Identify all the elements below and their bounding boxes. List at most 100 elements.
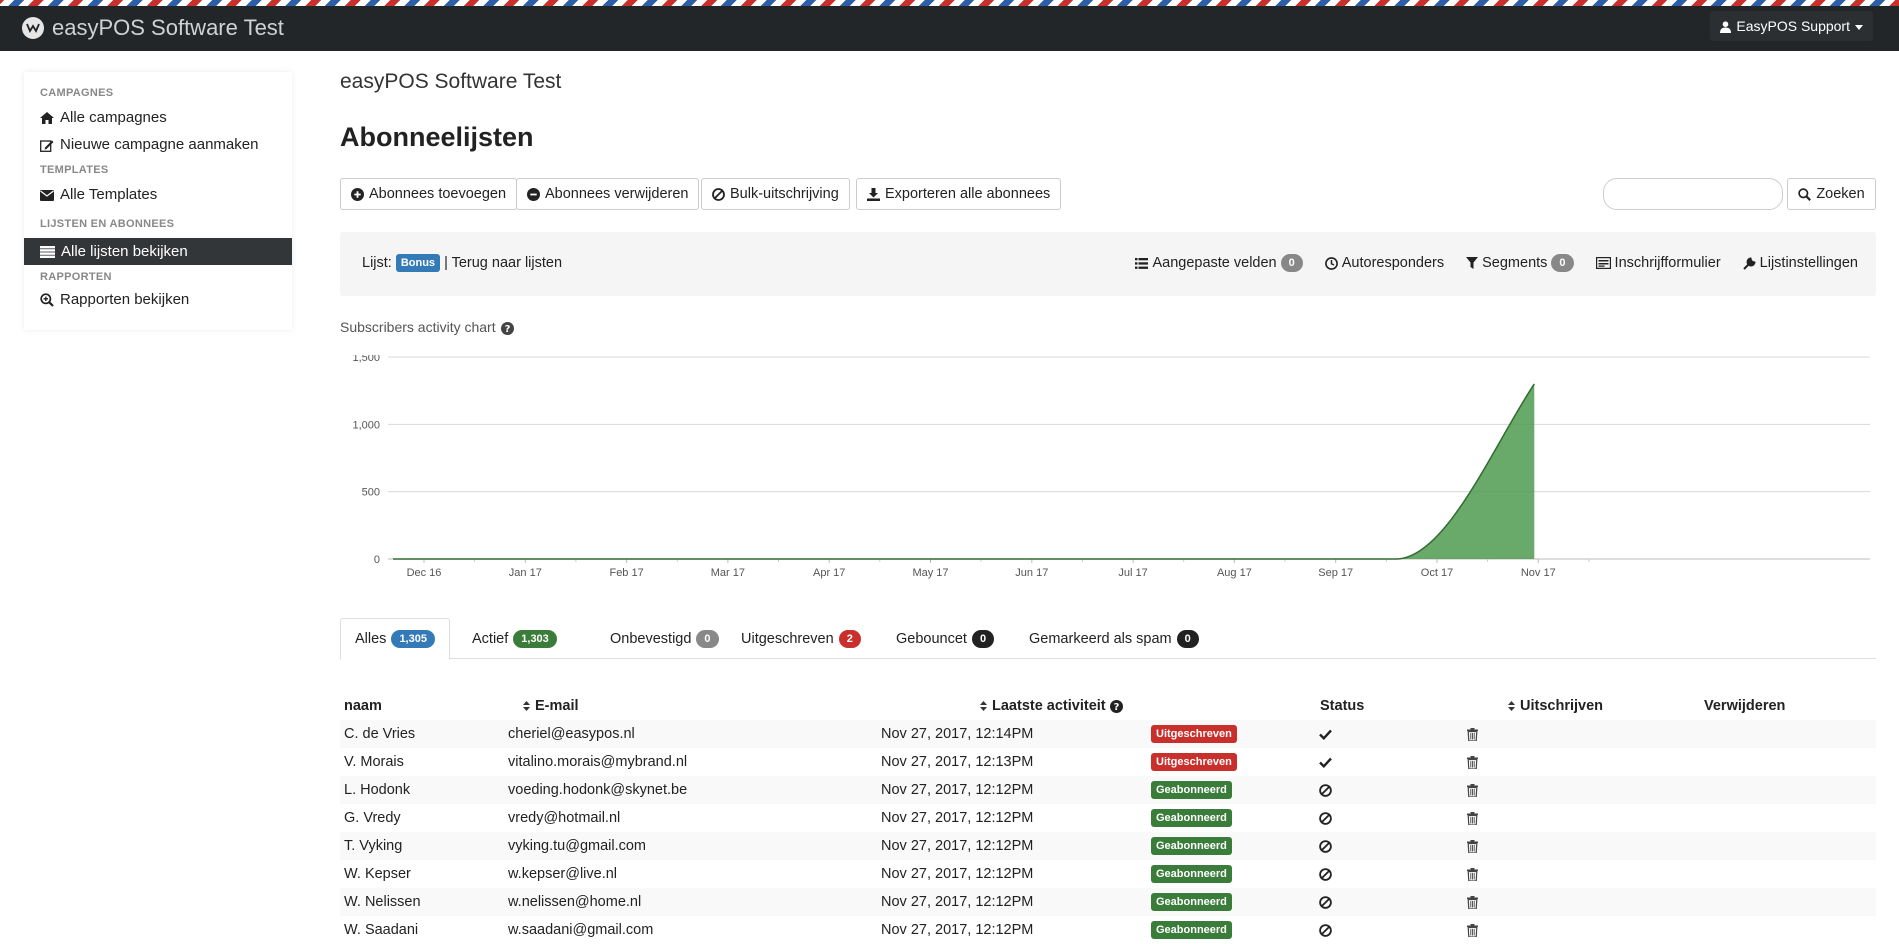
unsubscribe-toggle[interactable]: [1319, 832, 1332, 860]
delete-button[interactable]: [1467, 720, 1478, 748]
cell-email[interactable]: w.kepser@live.nl: [508, 860, 617, 888]
logo-icon: [22, 17, 44, 39]
x-tick-label: Feb 17: [609, 567, 643, 579]
x-tick-label: Mar 17: [711, 567, 745, 579]
cell-email[interactable]: vredy@hotmail.nl: [508, 804, 620, 832]
cell-status: Geabonneerd: [1151, 860, 1232, 888]
delete-button[interactable]: [1467, 776, 1478, 804]
user-menu-label: EasyPOS Support: [1736, 18, 1850, 34]
search-button[interactable]: Zoeken: [1787, 178, 1876, 210]
cell-status: Uitgeschreven: [1151, 748, 1237, 776]
unsubscribe-toggle[interactable]: [1319, 916, 1332, 944]
tab-actief[interactable]: Actief 1,303: [458, 618, 571, 659]
custom-fields-link[interactable]: Aangepaste velden 0: [1135, 254, 1303, 272]
question-circle-icon[interactable]: ?: [500, 319, 514, 335]
back-to-lists-link[interactable]: | Terug naar lijsten: [444, 255, 562, 271]
sidebar-item-rapporten[interactable]: Rapporten bekijken: [40, 291, 189, 308]
delete-button[interactable]: [1467, 832, 1478, 860]
tab-label: Alles: [355, 631, 387, 647]
column-header-label: E-mail: [535, 698, 579, 714]
segments-link[interactable]: Segments 0: [1466, 254, 1574, 272]
export-subscribers-label: Exporteren alle abonnees: [885, 186, 1051, 202]
column-header-label: Verwijderen: [1704, 698, 1786, 714]
add-subscribers-button[interactable]: Abonnees toevoegen: [340, 178, 518, 210]
sidebar-header-rapporten: RAPPORTEN: [40, 271, 112, 283]
cell-last-activity: Nov 27, 2017, 12:12PM: [881, 782, 1034, 798]
delete-button[interactable]: [1467, 888, 1478, 916]
cell-email[interactable]: vyking.tu@gmail.com: [508, 832, 646, 860]
delete-button[interactable]: [1467, 748, 1478, 776]
tab-onbevestigd[interactable]: Onbevestigd 0: [596, 618, 733, 659]
segments-count: 0: [1551, 254, 1574, 272]
tab-alles[interactable]: Alles 1,305: [340, 618, 450, 660]
check-icon: [1319, 754, 1332, 770]
search-input[interactable]: [1603, 178, 1783, 210]
x-tick-label: Nov 17: [1521, 567, 1556, 579]
sidebar-header-lijsten: LIJSTEN EN ABONNEES: [40, 218, 175, 230]
chart-title: Subscribers activity chart ?: [340, 319, 514, 335]
cell-status: Geabonneerd: [1151, 776, 1232, 804]
cell-email[interactable]: w.nelissen@home.nl: [508, 888, 641, 916]
table-row: W. Saadani w.saadani@gmail.com Nov 27, 201…: [340, 916, 1876, 944]
edit-icon: [40, 136, 54, 153]
list-settings-link[interactable]: Lijstinstellingen: [1742, 255, 1858, 271]
cell-name: V. Morais: [344, 754, 404, 770]
segments-label: Segments: [1482, 255, 1548, 271]
column-header-status[interactable]: Status: [1320, 692, 1364, 720]
sidebar-item-nieuwe-campagne[interactable]: Nieuwe campagne aanmaken: [40, 136, 258, 153]
column-header-label: Uitschrijven: [1520, 698, 1603, 714]
signup-form-link[interactable]: Inschrijfformulier: [1595, 255, 1721, 271]
search-icon: [1798, 186, 1812, 202]
cell-email[interactable]: w.saadani@gmail.com: [508, 916, 653, 944]
delete-button[interactable]: [1467, 860, 1478, 888]
cell-last-activity: Nov 27, 2017, 12:12PM: [881, 922, 1034, 938]
autoresponders-link[interactable]: Autoresponders: [1324, 255, 1444, 271]
envelope-icon: [40, 186, 54, 203]
unsubscribe-toggle[interactable]: [1319, 720, 1332, 748]
sidebar-item-alle-templates[interactable]: Alle Templates: [40, 186, 157, 203]
tab-gemarkeerd-als-spam[interactable]: Gemarkeerd als spam 0: [1015, 618, 1213, 659]
column-header-label: Laatste activiteit: [992, 698, 1106, 714]
delete-button[interactable]: [1467, 804, 1478, 832]
trash-icon: [1467, 782, 1478, 798]
cell-email[interactable]: voeding.hodonk@skynet.be: [508, 776, 687, 804]
cell-last-activity: Nov 27, 2017, 12:12PM: [881, 838, 1034, 854]
sort-icon: [523, 700, 530, 712]
export-subscribers-button[interactable]: Exporteren alle abonnees: [856, 178, 1062, 210]
unsubscribe-toggle[interactable]: [1319, 860, 1332, 888]
column-header-name[interactable]: naam: [344, 692, 382, 720]
ban-icon: [1319, 782, 1332, 798]
question-circle-icon[interactable]: ?: [1109, 698, 1123, 714]
check-icon: [1319, 726, 1332, 742]
cell-status: Geabonneerd: [1151, 804, 1232, 832]
unsubscribe-toggle[interactable]: [1319, 776, 1332, 804]
sidebar-item-alle-campagnes[interactable]: Alle campagnes: [40, 109, 167, 126]
user-menu-dropdown[interactable]: EasyPOS Support: [1710, 11, 1873, 41]
column-header-unsubscribe[interactable]: Uitschrijven: [1508, 692, 1603, 720]
unsubscribe-toggle[interactable]: [1319, 804, 1332, 832]
tab-uitgeschreven[interactable]: Uitgeschreven 2: [727, 618, 875, 659]
table-row: T. Vyking vyking.tu@gmail.com Nov 27, 2017…: [340, 832, 1876, 860]
sidebar-item-alle-lijsten[interactable]: Alle lijsten bekijken: [24, 238, 292, 265]
sidebar-item-label: Alle campagnes: [60, 109, 167, 126]
table-row: V. Morais vitalino.morais@mybrand.nl Nov 2…: [340, 748, 1876, 776]
tab-count: 0: [971, 629, 995, 648]
y-tick-label: 1,500: [352, 355, 380, 364]
column-header-last-activity[interactable]: Laatste activiteit ?: [980, 692, 1123, 720]
add-subscribers-label: Abonnees toevoegen: [369, 186, 507, 202]
unsubscribe-toggle[interactable]: [1319, 748, 1332, 776]
unsubscribe-toggle[interactable]: [1319, 888, 1332, 916]
cell-last-activity: Nov 27, 2017, 12:12PM: [881, 866, 1034, 882]
status-badge: Geabonneerd: [1151, 781, 1232, 799]
delete-button[interactable]: [1467, 916, 1478, 944]
cell-email[interactable]: cheriel@easypos.nl: [508, 720, 635, 748]
section-title: Abonneelijsten: [340, 122, 534, 152]
brand-link[interactable]: easyPOS Software Test: [22, 13, 284, 43]
table-header-row: naam E-mail Laatste activiteit ? Status …: [340, 692, 1876, 720]
remove-subscribers-button[interactable]: Abonnees verwijderen: [516, 178, 700, 210]
column-header-email[interactable]: E-mail: [523, 692, 579, 720]
column-header-label: naam: [344, 698, 382, 714]
cell-email[interactable]: vitalino.morais@mybrand.nl: [508, 748, 687, 776]
tab-gebouncet[interactable]: Gebouncet 0: [882, 618, 1008, 659]
bulk-unsubscribe-button[interactable]: Bulk-uitschrijving: [701, 178, 850, 210]
